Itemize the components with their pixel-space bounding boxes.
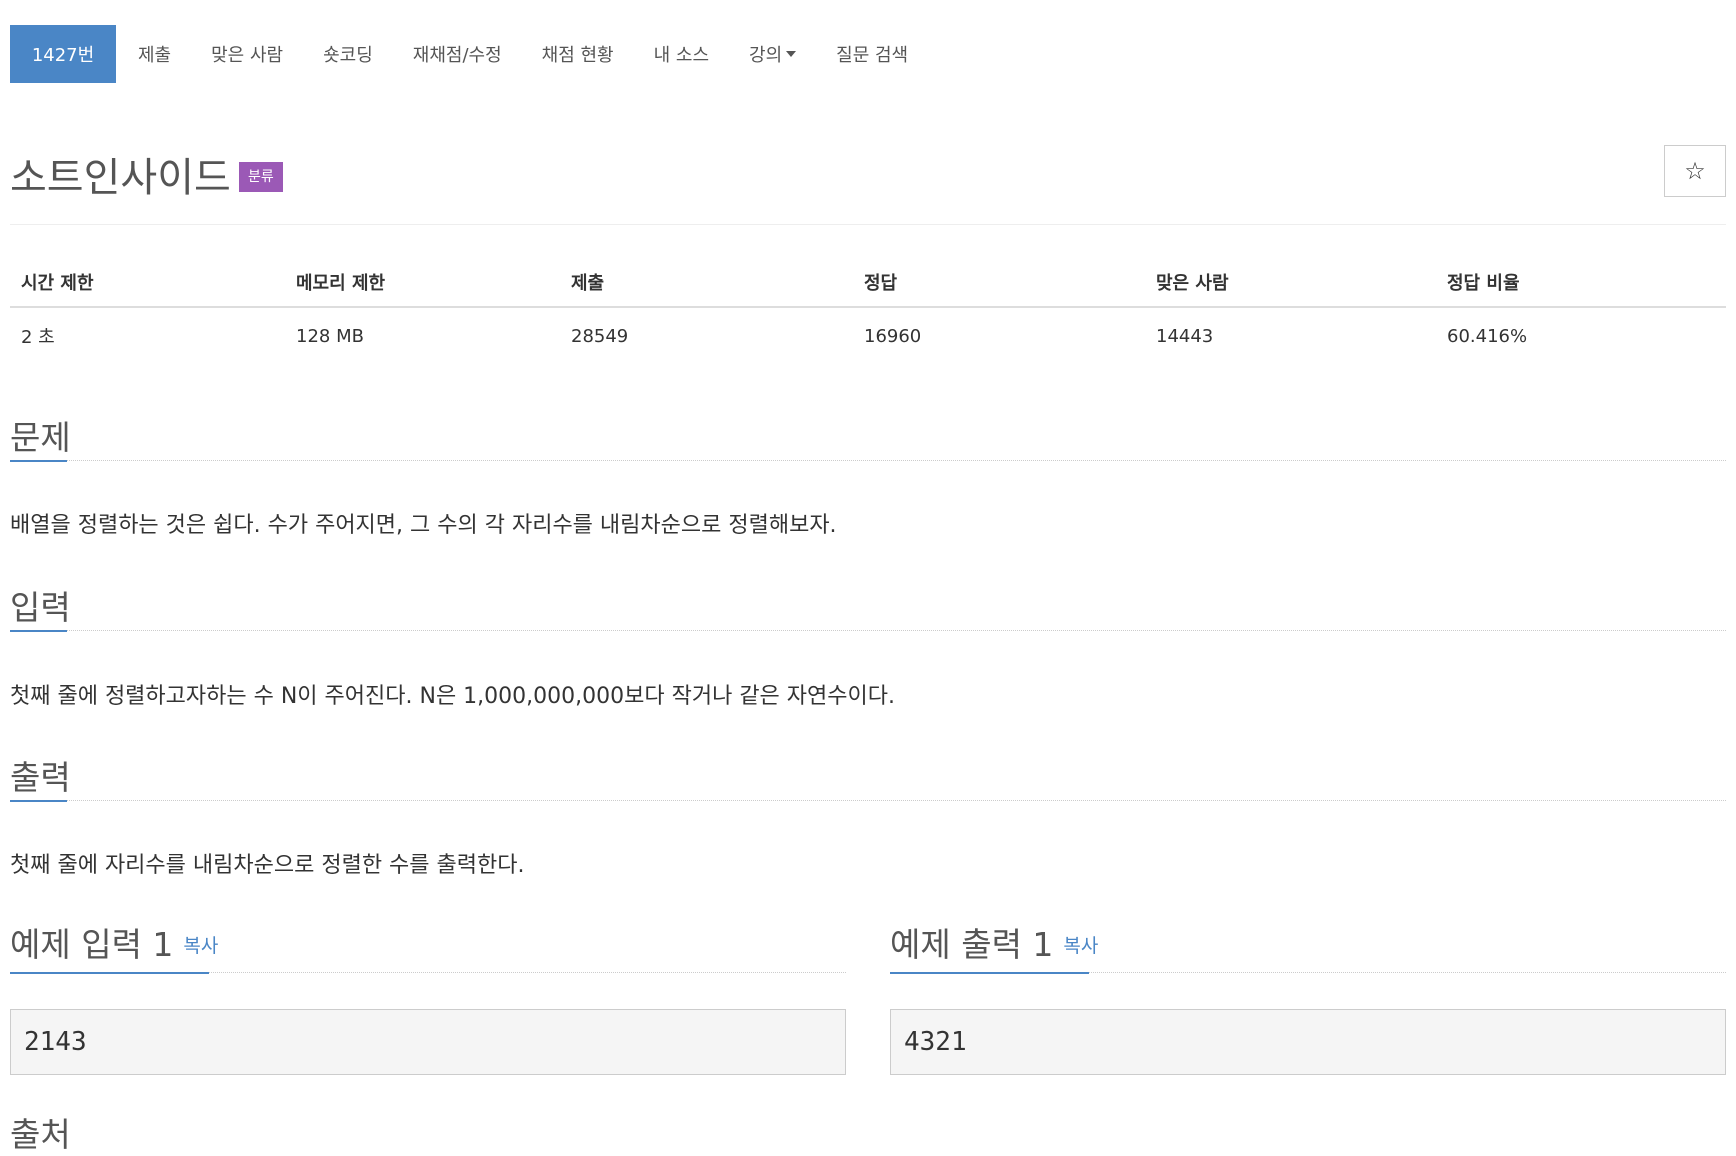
tab-lecture[interactable]: 강의 xyxy=(729,25,816,83)
tab-problem-number[interactable]: 1427번 xyxy=(10,25,116,83)
category-badge[interactable]: 분류 xyxy=(239,162,283,192)
sample-header: 예제 출력 1 복사 xyxy=(890,918,1726,974)
value-accepted: 16960 xyxy=(864,325,922,347)
section-header: 출력 xyxy=(10,751,1726,802)
section-underline xyxy=(10,630,67,632)
value-submissions: 28549 xyxy=(571,325,629,347)
title-row: 소트인사이드 분류 ☆ xyxy=(10,145,1726,225)
title-divider xyxy=(10,224,1726,225)
sample-header: 예제 입력 1 복사 xyxy=(10,918,846,974)
caret-down-icon xyxy=(786,51,797,57)
tab-label: 1427번 xyxy=(31,45,95,66)
sample-input: 예제 입력 1 복사 2143 xyxy=(10,918,846,1075)
problem-description: 배열을 정렬하는 것은 쉽다. 수가 주어지면, 그 수의 각 자리수를 내림차… xyxy=(10,513,837,538)
value-accept-ratio: 60.416% xyxy=(1447,325,1528,347)
header-memory-limit: 메모리 제한 xyxy=(296,273,386,294)
sample-input-title-text: 예제 입력 1 xyxy=(10,925,174,964)
problem-section: 문제 배열을 정렬하는 것은 쉽다. 수가 주어지면, 그 수의 각 자리수를 … xyxy=(10,411,1726,538)
header-submissions: 제출 xyxy=(571,273,605,294)
output-section: 출력 첫째 줄에 자리수를 내림차순으로 정렬한 수를 출력한다. xyxy=(10,751,1726,878)
section-underline xyxy=(10,972,209,974)
sample-output: 예제 출력 1 복사 4321 xyxy=(890,918,1726,1075)
tab-label: 채점 현황 xyxy=(541,45,614,66)
problem-title: 소트인사이드 xyxy=(10,155,231,201)
section-title-source: 출처 xyxy=(10,1115,71,1154)
header-accepted: 정답 xyxy=(864,273,898,294)
section-underline xyxy=(10,460,67,462)
tab-submit[interactable]: 제출 xyxy=(116,25,191,83)
sample-input-title: 예제 입력 1 복사 xyxy=(10,918,218,966)
star-icon: ☆ xyxy=(1684,157,1706,185)
header-solved-users: 맞은 사람 xyxy=(1156,273,1229,294)
tab-label: 숏코딩 xyxy=(323,45,373,66)
section-underline xyxy=(10,800,67,802)
section-underline xyxy=(890,972,1089,974)
tab-label: 질문 검색 xyxy=(836,45,909,66)
sample-output-title: 예제 출력 1 복사 xyxy=(890,918,1098,966)
star-button[interactable]: ☆ xyxy=(1664,145,1726,197)
header-time-limit: 시간 제한 xyxy=(21,273,94,294)
tab-short-coding[interactable]: 숏코딩 xyxy=(303,25,393,83)
input-description: 첫째 줄에 정렬하고자하는 수 N이 주어진다. N은 1,000,000,00… xyxy=(10,684,895,709)
tab-label: 강의 xyxy=(749,45,783,66)
value-solved-users: 14443 xyxy=(1156,325,1214,347)
value-time-limit: 2 초 xyxy=(21,327,55,348)
copy-sample-input-link[interactable]: 복사 xyxy=(183,935,218,957)
table-row: 2 초 128 MB 28549 16960 14443 60.416% xyxy=(10,308,1726,364)
table-header-row: 시간 제한 메모리 제한 제출 정답 맞은 사람 정답 비율 xyxy=(10,258,1726,308)
header-accept-ratio: 정답 비율 xyxy=(1447,273,1520,294)
section-header: 입력 xyxy=(10,581,1726,632)
tab-rejudge[interactable]: 재채점/수정 xyxy=(393,25,522,83)
tab-label: 재채점/수정 xyxy=(412,45,502,66)
tab-label: 맞은 사람 xyxy=(211,45,284,66)
tab-label: 내 소스 xyxy=(653,45,710,66)
section-divider xyxy=(10,460,1726,461)
input-section: 입력 첫째 줄에 정렬하고자하는 수 N이 주어진다. N은 1,000,000… xyxy=(10,581,1726,709)
section-title-problem: 문제 xyxy=(10,418,71,457)
sample-output-title-text: 예제 출력 1 xyxy=(890,925,1054,964)
tab-solved-users[interactable]: 맞은 사람 xyxy=(191,25,303,83)
output-description: 첫째 줄에 자리수를 내림차순으로 정렬한 수를 출력한다. xyxy=(10,853,525,878)
sample-output-box[interactable]: 4321 xyxy=(890,1009,1726,1075)
problem-page: 1427번 제출 맞은 사람 숏코딩 재채점/수정 채점 현황 내 소스 강의 … xyxy=(10,0,1726,1154)
section-divider xyxy=(10,800,1726,801)
tab-status[interactable]: 채점 현황 xyxy=(522,25,634,83)
value-memory-limit: 128 MB xyxy=(296,325,364,347)
tab-question-search[interactable]: 질문 검색 xyxy=(816,25,928,83)
tab-label: 제출 xyxy=(138,45,172,66)
section-title-output: 출력 xyxy=(10,758,71,797)
problem-nav: 1427번 제출 맞은 사람 숏코딩 재채점/수정 채점 현황 내 소스 강의 … xyxy=(10,25,928,83)
copy-sample-output-link[interactable]: 복사 xyxy=(1063,935,1098,957)
tab-my-source[interactable]: 내 소스 xyxy=(634,25,729,83)
section-title-input: 입력 xyxy=(10,588,71,627)
problem-info-table: 시간 제한 메모리 제한 제출 정답 맞은 사람 정답 비율 2 초 128 M… xyxy=(10,258,1726,364)
sample-input-box[interactable]: 2143 xyxy=(10,1009,846,1075)
section-divider xyxy=(10,630,1726,631)
section-header: 문제 xyxy=(10,411,1726,462)
